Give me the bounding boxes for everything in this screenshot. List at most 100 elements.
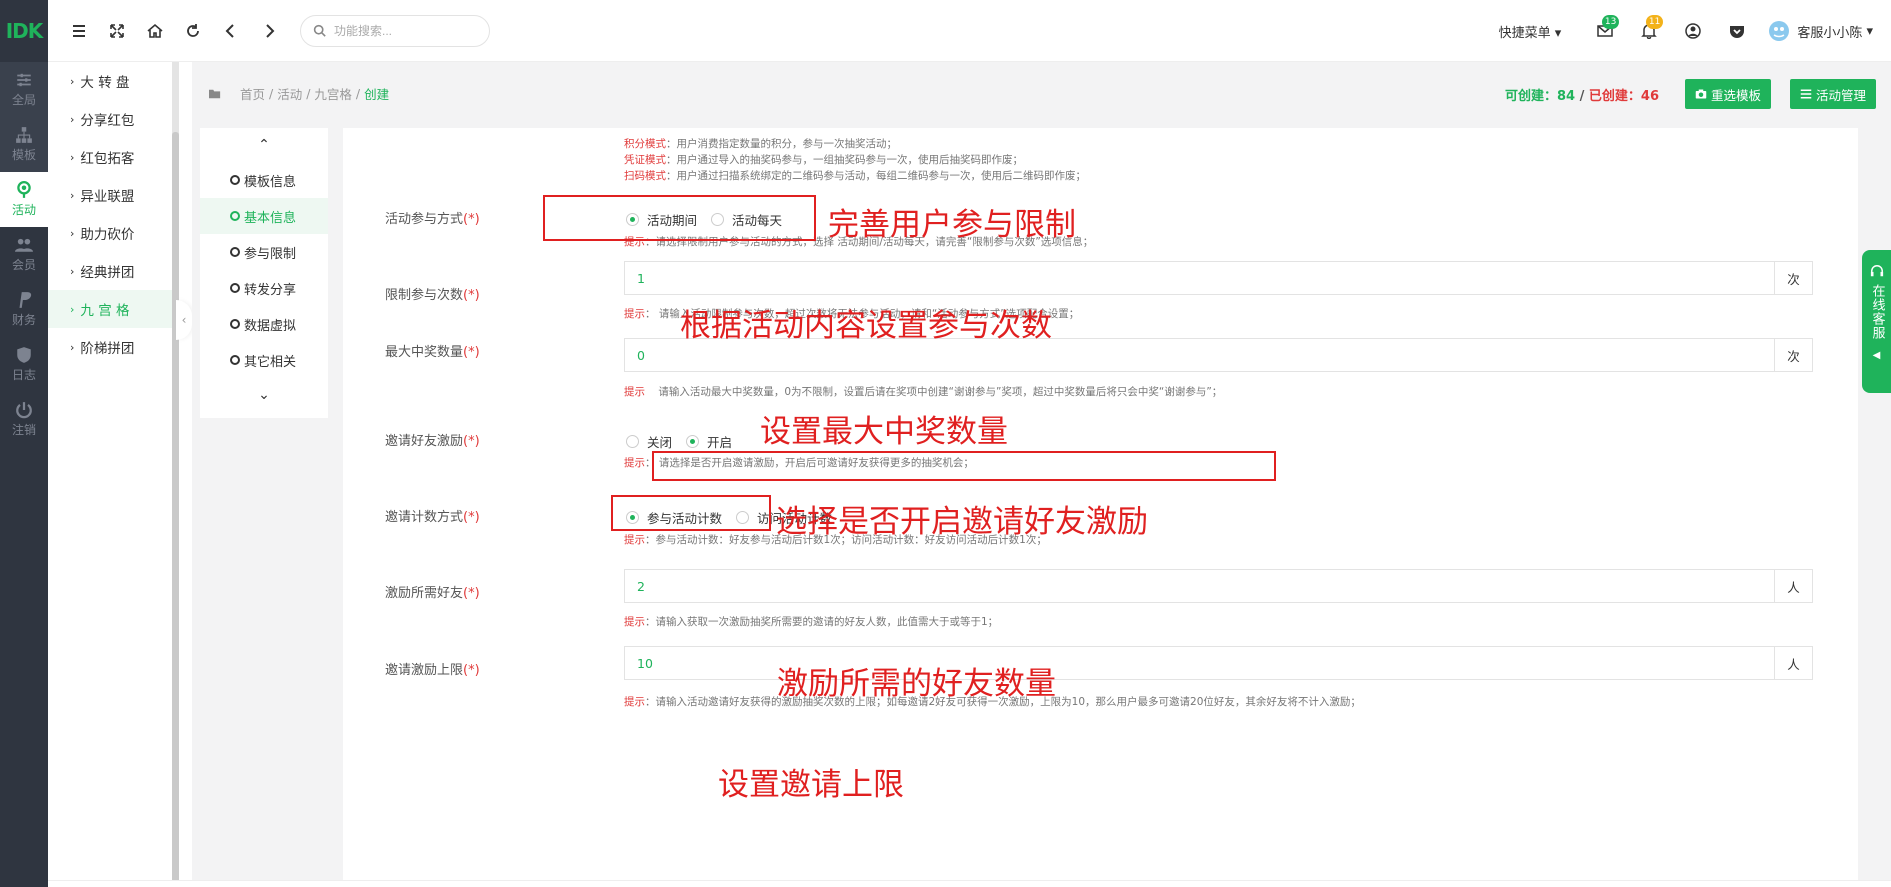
submenu-item-redpack-expand[interactable]: › 红包拓客 xyxy=(48,138,175,176)
radio-invite-off[interactable]: 关闭 xyxy=(626,432,672,451)
forward-icon[interactable] xyxy=(250,12,288,50)
step-template-info[interactable]: 模板信息 xyxy=(200,162,328,198)
collapse-sidebar-button[interactable]: ‹ xyxy=(176,300,192,340)
crumb-current: 创建 xyxy=(364,87,390,102)
create-counts: 可创建：84 / 已创建：46 xyxy=(1505,85,1659,104)
required-mark: (*) xyxy=(463,288,480,303)
mode-note-voucher: 凭证模式：用户通过导入的抽奖码参与，一组抽奖码参与一次，使用后抽奖码即作废； xyxy=(624,152,1023,167)
tip-key: 提示 xyxy=(624,457,645,469)
step-label: 参与限制 xyxy=(244,246,297,262)
label-text: 邀请计数方式 xyxy=(385,510,464,525)
step-label: 其它相关 xyxy=(244,354,297,370)
breadcrumb-bar: 首页 / 活动 / 九宫格 / 创建 可创建：84 / 已创建：46 重选模板 … xyxy=(192,62,1891,124)
rail-item-member[interactable]: 会员 xyxy=(0,227,48,282)
scrollbar-thumb[interactable] xyxy=(172,132,179,887)
can-create-label: 可创建： xyxy=(1504,89,1557,104)
submenu-item-group[interactable]: › 经典拼团 xyxy=(48,252,175,290)
submenu-item-alliance[interactable]: › 异业联盟 xyxy=(48,176,175,214)
note-key: 扫码模式 xyxy=(624,170,666,182)
quick-menu[interactable]: 快捷菜单 ▾ xyxy=(1499,22,1562,41)
top-bar: 快捷菜单 ▾ 13 11 客服小小陈 ▾ xyxy=(48,0,1891,62)
note-key: 凭证模式 xyxy=(624,154,666,166)
home-icon[interactable] xyxy=(136,12,174,50)
step-basic-info[interactable]: 基本信息 xyxy=(200,198,328,234)
chevron-right-icon: › xyxy=(70,264,75,278)
friends-needed-field[interactable]: 2人 xyxy=(624,569,1813,603)
required-mark: (*) xyxy=(463,434,480,449)
radio-invite-on[interactable]: 开启 xyxy=(686,432,732,451)
step-share[interactable]: 转发分享 xyxy=(200,270,328,306)
rail-item-activity[interactable]: 活动 xyxy=(0,172,48,227)
mail-button[interactable]: 13 xyxy=(1583,11,1627,51)
search-box[interactable] xyxy=(300,14,490,47)
step-other[interactable]: 其它相关 xyxy=(200,342,328,378)
tip-text: ：请输入获取一次激励抽奖所需要的邀请的好友人数，此值需大于或等于1； xyxy=(645,616,999,628)
step-label: 基本信息 xyxy=(244,210,297,226)
notification-button[interactable]: 11 xyxy=(1627,11,1671,51)
limit-times-field[interactable]: 1次 xyxy=(624,261,1813,295)
folder-open-icon xyxy=(209,89,221,98)
rail-item-template[interactable]: 模板 xyxy=(0,117,48,172)
step-virtual-data[interactable]: 数据虚拟 xyxy=(200,306,328,342)
chevron-right-icon: › xyxy=(70,226,75,240)
radio-dot xyxy=(686,435,700,448)
crumb-home[interactable]: 首页 xyxy=(240,84,265,103)
chevron-left-icon: ‹ xyxy=(181,313,187,327)
service-label: 在线客服 xyxy=(1869,284,1885,340)
submenu-item-ladder-group[interactable]: › 阶梯拼团 xyxy=(48,328,175,366)
required-mark: (*) xyxy=(463,586,480,601)
created-label: 已创建： xyxy=(1588,89,1641,104)
profile-button[interactable] xyxy=(1671,11,1715,51)
limit-times-input[interactable]: 1 xyxy=(625,262,1774,294)
sliders-icon xyxy=(17,73,31,87)
step-nav: ⌃ 模板信息 基本信息 参与限制 转发分享 数据虚拟 其它相关 ⌄ xyxy=(200,128,328,418)
pocket-button[interactable] xyxy=(1715,11,1759,51)
note-text: ：用户通过导入的抽奖码参与，一组抽奖码参与一次，使用后抽奖码即作废； xyxy=(666,154,1023,166)
refresh-icon[interactable] xyxy=(174,12,212,50)
rail-item-logout[interactable]: 注销 xyxy=(0,392,48,447)
rail-item-finance[interactable]: 财务 xyxy=(0,282,48,337)
friends-needed-tip: 提示：请输入获取一次激励抽奖所需要的邀请的好友人数，此值需大于或等于1； xyxy=(624,614,998,629)
fullscreen-icon[interactable] xyxy=(98,12,136,50)
submenu-item-nine-grid[interactable]: › 九 宫 格 xyxy=(48,290,175,328)
online-service-tab[interactable]: 在线客服 ◀ xyxy=(1862,250,1891,393)
label-text: 邀请激励上限 xyxy=(385,663,464,678)
step-label: 模板信息 xyxy=(244,174,297,190)
unit-label: 次 xyxy=(1774,262,1812,294)
step-participation-limit[interactable]: 参与限制 xyxy=(200,234,328,270)
chevron-down-icon[interactable]: ⌄ xyxy=(200,378,328,412)
rail-item-log[interactable]: 日志 xyxy=(0,337,48,392)
crumb-activity[interactable]: 活动 xyxy=(277,84,302,103)
max-prize-label: 最大中奖数量(*) xyxy=(385,341,480,360)
required-mark: (*) xyxy=(463,345,480,360)
annotation-box-max-prize-tip xyxy=(652,451,1276,481)
submenu-label: 分享红包 xyxy=(80,113,135,129)
circle-icon xyxy=(230,319,240,329)
submenu-label: 助力砍价 xyxy=(80,227,135,243)
user-circle-icon xyxy=(1685,23,1702,39)
top-right-tools: 快捷菜单 ▾ 13 11 客服小小陈 ▾ xyxy=(1499,0,1873,62)
search-input[interactable] xyxy=(334,23,464,38)
reselect-template-button[interactable]: 重选模板 xyxy=(1684,79,1771,109)
submenu-item-share-redpack[interactable]: › 分享红包 xyxy=(48,100,175,138)
activity-manage-button[interactable]: 活动管理 xyxy=(1789,79,1876,109)
caret-left-icon: ◀ xyxy=(1872,350,1881,361)
chevron-up-icon[interactable]: ⌃ xyxy=(200,128,328,162)
bottom-strip xyxy=(48,880,1891,887)
back-icon[interactable] xyxy=(212,12,250,50)
rail-item-global[interactable]: 全局 xyxy=(0,62,48,117)
menu-icon[interactable] xyxy=(60,12,98,50)
user-menu[interactable]: 客服小小陈 ▾ xyxy=(1767,19,1873,43)
rail-label: 日志 xyxy=(11,368,36,382)
crumb-sep: / xyxy=(355,86,361,101)
label-text: 活动参与方式 xyxy=(385,212,464,227)
headset-icon xyxy=(1870,265,1883,277)
unit-label: 人 xyxy=(1774,647,1812,679)
created-value: 46 xyxy=(1640,89,1659,104)
submenu-item-bargain[interactable]: › 助力砍价 xyxy=(48,214,175,252)
submenu-item-wheel[interactable]: › 大 转 盘 xyxy=(48,62,175,100)
crumb-nine-grid[interactable]: 九宫格 xyxy=(314,84,352,103)
friends-needed-input[interactable]: 2 xyxy=(625,570,1774,602)
submenu-scrollbar[interactable] xyxy=(172,62,179,887)
count-mode-label: 邀请计数方式(*) xyxy=(385,506,480,525)
